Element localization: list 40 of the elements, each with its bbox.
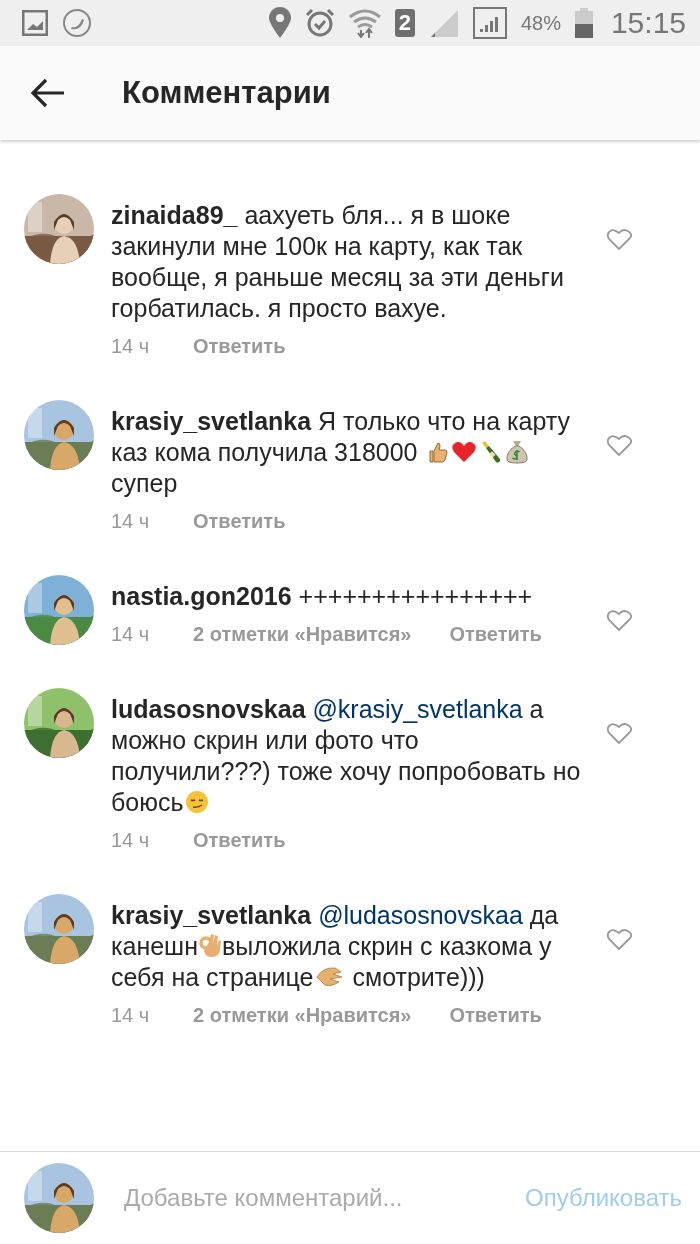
comment-time: 14 ч	[111, 828, 151, 853]
like-button[interactable]	[606, 434, 632, 458]
reply-link[interactable]: Ответить	[449, 1001, 542, 1029]
likes-link[interactable]: 2 отметки «Нравится»	[193, 620, 412, 648]
wifi-icon	[348, 8, 381, 38]
money-bag-icon	[505, 438, 530, 464]
comment-text: nastia.gon2016 ++++++++++++++++	[111, 581, 534, 612]
reply-link[interactable]: Ответить	[193, 507, 286, 535]
phone-icon	[62, 8, 92, 38]
sim-badge: 2	[394, 9, 415, 37]
battery-percent: 48%	[520, 11, 561, 35]
reply-link[interactable]: Ответить	[449, 620, 542, 648]
clock-time: 15:15	[610, 6, 686, 40]
screen-title: Комментарии	[122, 75, 331, 111]
likes-link[interactable]: 2 отметки «Нравится»	[193, 1001, 412, 1029]
comment-time: 14 ч	[111, 334, 151, 359]
battery-icon	[574, 8, 593, 38]
signal-icon	[472, 7, 507, 39]
location-pin-icon	[268, 7, 291, 39]
heart-icon	[451, 440, 478, 464]
comment-text: ludasosnovskaa @krasiy_svetlanka а можно скрин или фото что получили???) тоже хочу попробовать но боюсь	[111, 694, 581, 818]
like-button[interactable]	[606, 722, 632, 746]
mention-link[interactable]: @krasiy_svetlanka	[312, 695, 523, 723]
comment-time: 14 ч	[111, 1003, 151, 1028]
clapping-hands-icon	[314, 965, 345, 989]
comment-text: zinaida89_ аахуеть бля... я в шоке закинули мне 100к на карту, как так вообще, я раньше месяц за эти деньги горбатилась. я просто вахуе.	[111, 200, 565, 324]
comment-time: 14 ч	[111, 509, 151, 534]
mention-link[interactable]: @ludasosnovskaa	[318, 901, 523, 929]
comment-time: 14 ч	[111, 622, 151, 647]
alarm-clock-icon	[304, 8, 335, 38]
comment-text: krasiy_svetlanka Я только что на карту каз кома получила 318000 супер	[111, 406, 571, 499]
like-button[interactable]	[606, 609, 632, 633]
ok-hand-icon	[198, 932, 221, 958]
reply-link[interactable]: Ответить	[193, 332, 286, 360]
like-button[interactable]	[606, 928, 632, 952]
comment-text: krasiy_svetlanka @ludasosnovskaa да канешн выложила скрин с казкома у себя на странице смотрите)))	[111, 900, 560, 993]
smirk-face-icon	[184, 790, 209, 814]
reply-link[interactable]: Ответить	[193, 826, 286, 854]
like-button[interactable]	[606, 228, 632, 252]
image-icon	[22, 10, 48, 36]
